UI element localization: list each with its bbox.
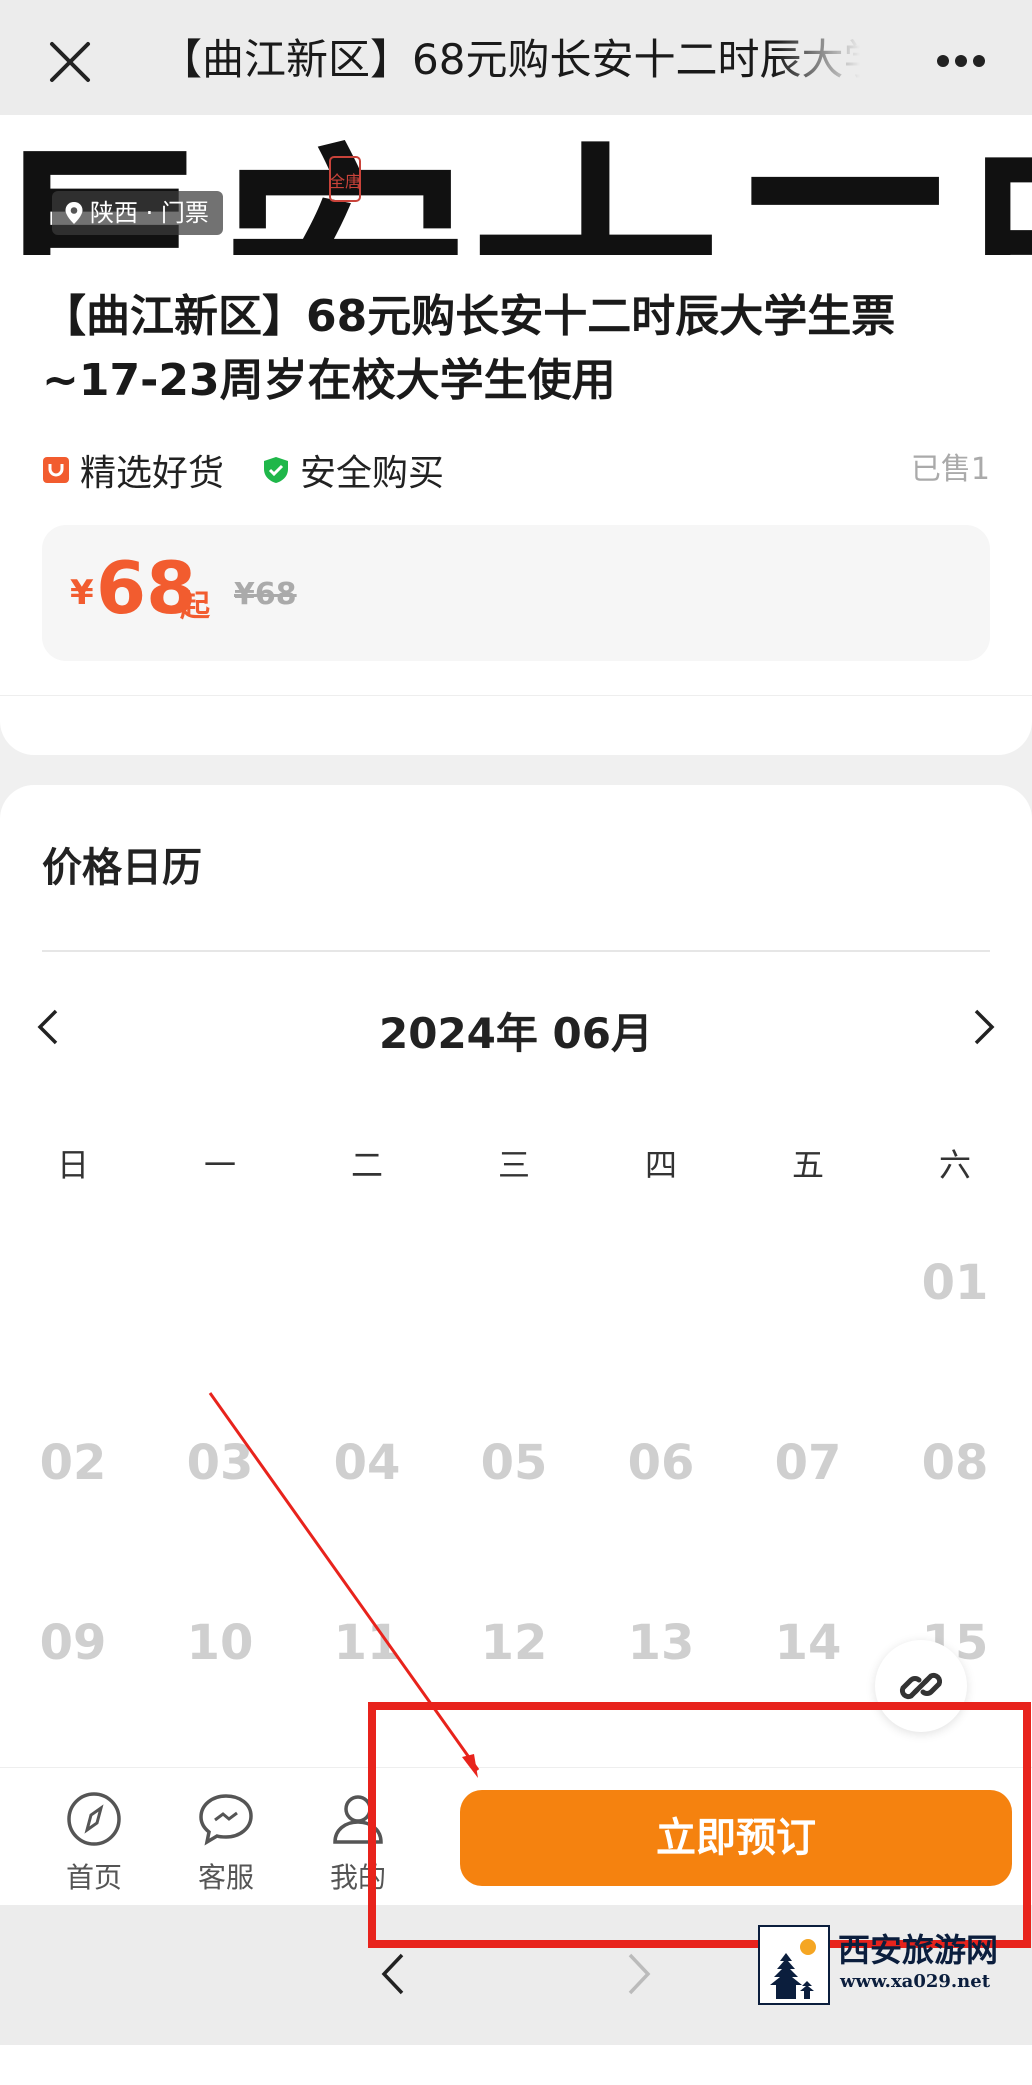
calendar-day[interactable]: 12 [454, 1615, 574, 1671]
nav-mine-label: 我的 [329, 1861, 386, 1894]
nav-home[interactable]: 首页 [44, 1790, 144, 1896]
calendar-day[interactable]: 01 [895, 1255, 1015, 1311]
link-icon [899, 1672, 943, 1700]
tag-label: 精选好货 [80, 453, 225, 494]
forward-icon[interactable] [624, 1951, 654, 1997]
bottom-action-bar: 首页 客服 我的 立即预订 [0, 1767, 1032, 1906]
weekday-label: 二 [350, 1146, 383, 1184]
banner-seal-text: 全唐 [329, 172, 361, 191]
chevron-right-icon[interactable] [970, 1007, 998, 1047]
calendar-day[interactable]: 03 [160, 1435, 280, 1491]
calendar-day[interactable]: 08 [895, 1435, 1015, 1491]
weekday-label: 五 [791, 1146, 824, 1184]
nav-mine[interactable]: 我的 [308, 1790, 408, 1896]
calendar-day[interactable]: 13 [601, 1615, 721, 1671]
chat-icon [199, 1794, 253, 1846]
close-icon[interactable] [48, 40, 92, 84]
watermark-name: 西安旅游网 [838, 1931, 999, 1969]
weekday-label: 三 [497, 1146, 530, 1184]
product-title: 【曲江新区】68元购长安十二时辰大学生票~17-23周岁在校大学生使用 [42, 291, 896, 406]
calendar-month: 2024年 06月 [379, 1009, 653, 1058]
tag-curated: 精选好货 [42, 444, 224, 496]
calendar-day[interactable]: 11 [307, 1615, 427, 1671]
nav-customer-service[interactable]: 客服 [176, 1790, 276, 1896]
product-card: 【曲江新区】68元购长安十二时辰大学生票~17-23周岁在校大学生使用 精选好货… [0, 255, 1032, 755]
tag-label: 安全购买 [300, 453, 445, 494]
calendar-title: 价格日历 [42, 845, 202, 891]
calendar-day[interactable]: 05 [454, 1435, 574, 1491]
location-badge: 陕西 · 门票 [52, 191, 223, 235]
bag-icon [43, 457, 69, 483]
calendar-day[interactable]: 14 [748, 1615, 868, 1671]
sold-count: 已售1 [910, 452, 990, 487]
divider [0, 695, 1032, 696]
watermark-url: www.xa029.net [840, 1971, 991, 1992]
location-text: 陕西 · 门票 [90, 199, 209, 227]
weekday-label: 日 [56, 1146, 89, 1184]
price-currency: ¥ [70, 573, 94, 613]
original-price: ¥68 [234, 577, 297, 612]
shield-check-icon [264, 457, 289, 483]
product-tags: 精选好货 安全购买 [42, 445, 992, 495]
weekday-label: 四 [644, 1146, 677, 1184]
watermark: 西安旅游网 www.xa029.net [758, 1925, 1010, 2005]
weekday-header: 日一二三四五六 [0, 1140, 1032, 1190]
calendar-day[interactable]: 06 [601, 1435, 721, 1491]
nav-service-label: 客服 [197, 1861, 254, 1894]
top-bar: 【曲江新区】68元购长安十二时辰大学生票~17-23周岁在校大学生使用 [0, 0, 1032, 115]
calendar-day[interactable]: 04 [307, 1435, 427, 1491]
pagoda-logo-icon [758, 1925, 830, 2005]
calendar-day[interactable]: 10 [160, 1615, 280, 1671]
share-link-button[interactable] [875, 1640, 967, 1732]
more-icon[interactable] [936, 54, 986, 68]
price-box: ¥ 68 起 ¥68 [42, 525, 990, 661]
divider [42, 950, 990, 952]
tag-safe-purchase: 安全购买 [262, 444, 444, 496]
compass-icon [67, 1792, 121, 1846]
page-title: 【曲江新区】68元购长安十二时辰大学生票~17-23周岁在校大学生使用 [160, 35, 860, 84]
calendar-day[interactable]: 09 [13, 1615, 133, 1671]
calendar-day[interactable]: 02 [13, 1435, 133, 1491]
weekday-label: 一 [203, 1146, 236, 1184]
weekday-label: 六 [938, 1146, 971, 1184]
product-banner[interactable]: 長安十二時辰 全唐 陕西 · 门票 [0, 115, 1032, 255]
price-suffix: 起 [180, 589, 210, 624]
book-now-button[interactable]: 立即预订 [460, 1790, 1012, 1886]
nav-home-label: 首页 [65, 1861, 122, 1894]
location-pin-icon [65, 202, 83, 224]
back-icon[interactable] [378, 1951, 408, 1997]
user-icon [333, 1795, 383, 1844]
calendar-day[interactable]: 07 [748, 1435, 868, 1491]
